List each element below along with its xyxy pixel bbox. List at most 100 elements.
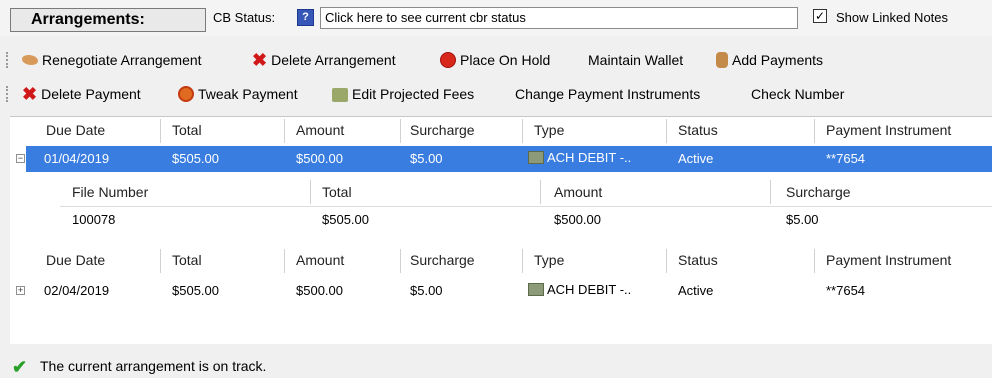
column-header-surcharge[interactable]: Surcharge [786,184,851,200]
red-x-icon: ✖ [252,50,268,70]
red-x-icon: ✖ [22,84,38,104]
cb-status-field[interactable]: Click here to see current cbr status [320,7,798,29]
column-divider [400,249,401,273]
delete-payment-label: Delete Payment [41,86,141,102]
column-divider [284,249,285,273]
show-linked-notes-label[interactable]: Show Linked Notes [836,10,948,25]
card-icon [528,151,544,164]
table-row-selected[interactable]: 01/04/2019 $505.00 $500.00 $5.00 ACH DEB… [26,146,992,172]
delete-payment-button[interactable]: ✖ Delete Payment [22,83,141,105]
surcharge-cell: $5.00 [410,283,443,298]
grid-header-row: Due Date Total Amount Surcharge Type Sta… [10,246,992,274]
surcharge-cell: $5.00 [410,151,443,166]
column-header-payment-instrument[interactable]: Payment Instrument [826,122,951,138]
column-divider [522,249,523,273]
column-divider [540,180,541,204]
type-cell: ACH DEBIT -.. [528,150,631,165]
money-bag-icon [716,52,728,68]
show-linked-notes-checkbox[interactable]: ✓ [813,9,827,23]
column-header-surcharge[interactable]: Surcharge [410,252,475,268]
column-divider [522,119,523,143]
collapse-toggle[interactable]: − [16,154,25,163]
sub-grid-header: File Number Total Amount Surcharge [60,178,992,207]
handshake-icon [22,55,38,65]
status-message: The current arrangement is on track. [40,358,267,374]
delete-arrangement-label: Delete Arrangement [271,52,396,68]
amount-cell: $500.00 [296,151,343,166]
column-header-type[interactable]: Type [534,252,564,268]
status-cell: Active [678,283,714,298]
check-number-button[interactable]: Check Number [751,83,844,105]
tweak-payment-button[interactable]: Tweak Payment [178,83,298,105]
column-header-status[interactable]: Status [678,252,718,268]
column-header-status[interactable]: Status [678,122,718,138]
card-icon [528,283,544,296]
delete-arrangement-button[interactable]: ✖ Delete Arrangement [252,49,396,71]
status-cell: Active [678,151,714,166]
arrangement-toolbar: Renegotiate Arrangement ✖ Delete Arrangem… [0,44,992,76]
column-header-due-date[interactable]: Due Date [46,122,105,138]
column-divider [160,119,161,143]
info-icon[interactable]: ? [297,9,314,26]
tweak-icon [178,86,194,102]
place-on-hold-button[interactable]: Place On Hold [440,49,550,71]
toolbar-grip[interactable] [6,86,10,102]
sub-grid-row[interactable]: 100078 $505.00 $500.00 $5.00 [60,208,992,232]
amount-cell: $500.00 [296,283,343,298]
edit-projected-fees-button[interactable]: Edit Projected Fees [332,83,474,105]
change-payment-instruments-label: Change Payment Instruments [515,86,701,102]
table-row[interactable]: 02/04/2019 $505.00 $500.00 $5.00 ACH DEB… [26,278,992,304]
sub-total-cell: $505.00 [322,212,369,227]
column-divider [400,119,401,143]
tweak-payment-label: Tweak Payment [198,86,298,102]
column-header-surcharge[interactable]: Surcharge [410,122,475,138]
column-divider [284,119,285,143]
sub-grid: File Number Total Amount Surcharge 10007… [40,178,992,232]
column-divider [814,119,815,143]
column-header-file-number[interactable]: File Number [72,184,148,200]
column-header-total[interactable]: Total [172,252,202,268]
column-header-amount[interactable]: Amount [296,122,344,138]
due-date-cell: 02/04/2019 [44,283,110,298]
toolbar-grip[interactable] [6,52,10,68]
column-divider [310,180,311,204]
total-cell: $505.00 [172,151,219,166]
column-divider [814,249,815,273]
payment-toolbar: ✖ Delete Payment Tweak Payment Edit Proje… [0,78,992,110]
add-payments-button[interactable]: Add Payments [716,49,823,71]
grid-header-row: Due Date Total Amount Surcharge Type Sta… [10,116,992,146]
renegotiate-arrangement-button[interactable]: Renegotiate Arrangement [22,49,202,71]
expand-toggle[interactable]: + [16,286,25,295]
maintain-wallet-button[interactable]: Maintain Wallet [588,49,683,71]
column-header-total[interactable]: Total [322,184,352,200]
column-header-amount[interactable]: Amount [296,252,344,268]
total-cell: $505.00 [172,283,219,298]
file-number-cell: 100078 [72,212,116,227]
maintain-wallet-label: Maintain Wallet [588,52,684,68]
column-header-payment-instrument[interactable]: Payment Instrument [826,252,951,268]
column-divider [666,249,667,273]
renegotiate-label: Renegotiate Arrangement [42,52,202,68]
check-number-label: Check Number [751,86,845,102]
cb-status-label: CB Status: [213,10,276,25]
column-header-due-date[interactable]: Due Date [46,252,105,268]
column-divider [770,180,771,204]
add-payments-label: Add Payments [732,52,824,68]
sub-surcharge-cell: $5.00 [786,212,819,227]
column-header-total[interactable]: Total [172,122,202,138]
column-header-type[interactable]: Type [534,122,564,138]
due-date-cell: 01/04/2019 [44,151,110,166]
column-divider [160,249,161,273]
fees-icon [332,88,348,102]
column-header-amount[interactable]: Amount [554,184,602,200]
arrangements-title: Arrangements: [10,8,206,32]
check-icon: ✔ [12,357,28,377]
edit-projected-fees-label: Edit Projected Fees [352,86,475,102]
column-divider [666,119,667,143]
stop-icon [440,52,456,68]
change-payment-instruments-button[interactable]: Change Payment Instruments [515,83,700,105]
instrument-cell: **7654 [826,283,866,298]
instrument-cell: **7654 [826,151,866,166]
place-on-hold-label: Place On Hold [460,52,551,68]
sub-amount-cell: $500.00 [554,212,601,227]
